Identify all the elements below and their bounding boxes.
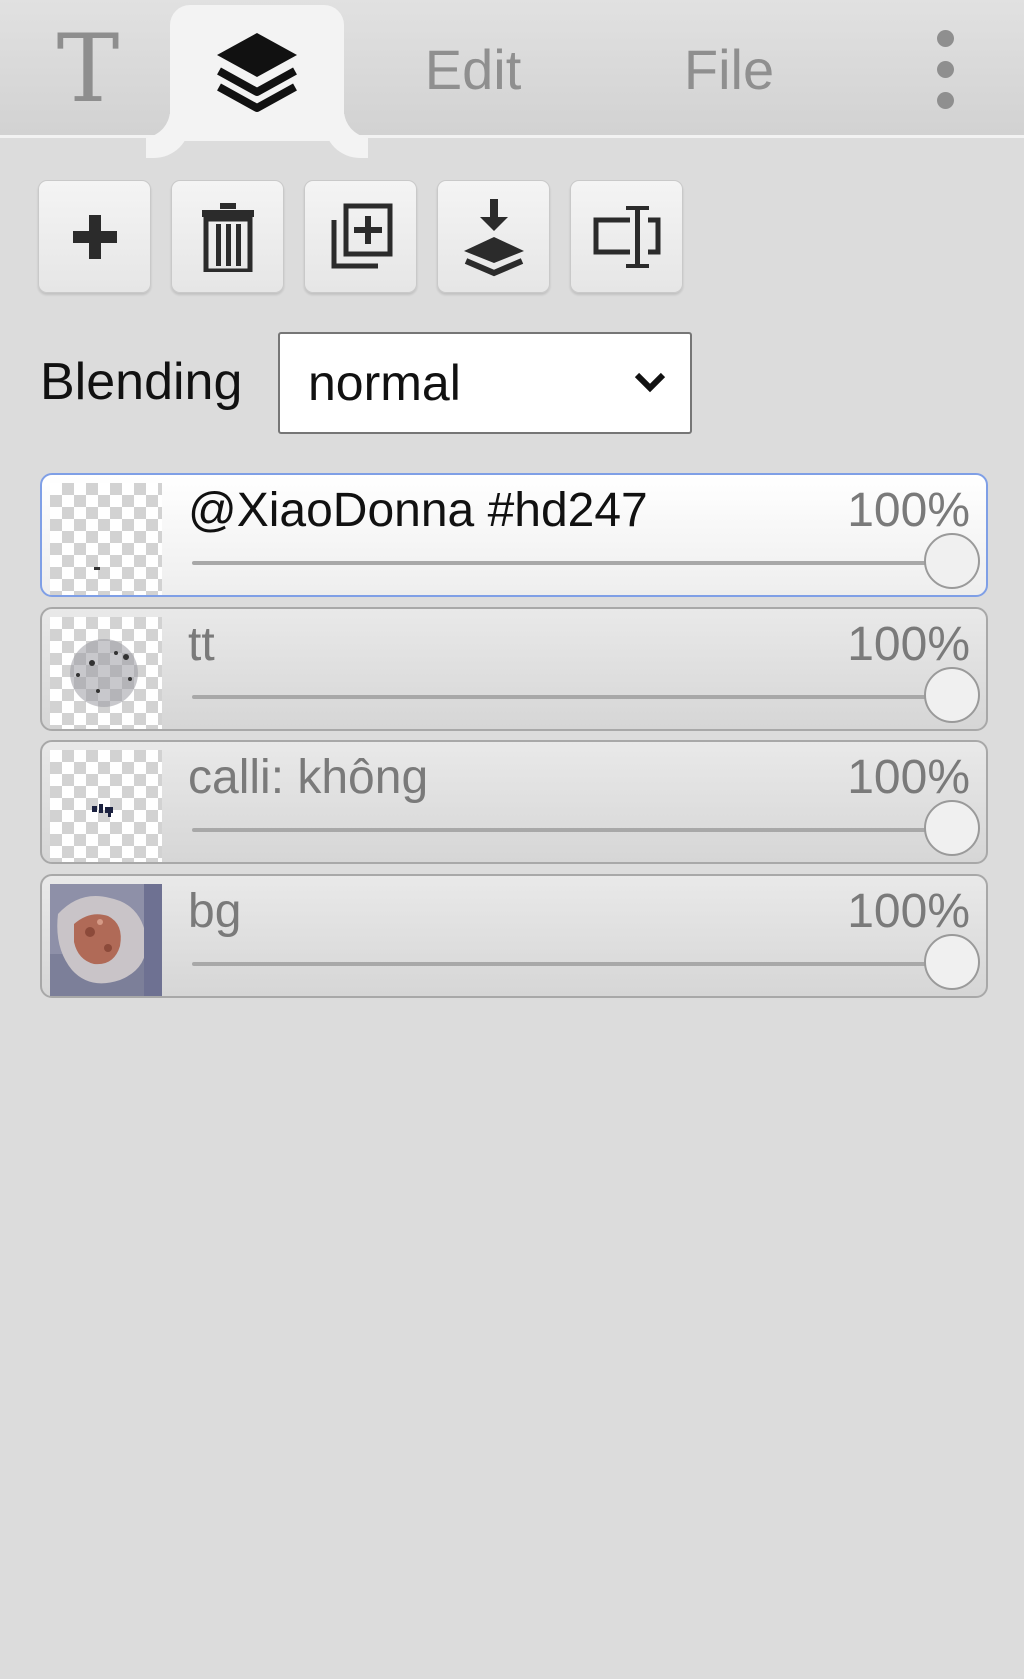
- layer-opacity-value: 100%: [847, 751, 970, 804]
- layer-row[interactable]: calli: không 100%: [40, 740, 988, 864]
- merge-down-button[interactable]: [437, 180, 550, 293]
- duplicate-icon: [331, 203, 392, 268]
- layer-row[interactable]: bg 100%: [40, 874, 988, 998]
- opacity-slider-handle[interactable]: [924, 800, 980, 856]
- opacity-slider-track[interactable]: [192, 561, 952, 565]
- tab-file[interactable]: File: [664, 0, 794, 138]
- duplicate-layer-button[interactable]: [304, 180, 417, 293]
- layer-opacity-value: 100%: [847, 618, 970, 671]
- blending-label: Blending: [40, 353, 243, 411]
- tab-layers[interactable]: [170, 5, 344, 141]
- tab-bar: T Edit File: [0, 0, 1024, 141]
- layer-name: bg: [188, 885, 242, 938]
- text-cursor-icon: [593, 205, 660, 268]
- layer-thumbnail: [50, 750, 162, 862]
- add-layer-button[interactable]: [38, 180, 151, 293]
- tab-file-label: File: [683, 37, 775, 101]
- layer-name: @XiaoDonna #hd247: [188, 484, 648, 537]
- layer-opacity-value: 100%: [847, 484, 970, 537]
- plus-icon: [72, 214, 117, 259]
- rename-layer-button[interactable]: [570, 180, 683, 293]
- delete-layer-button[interactable]: [171, 180, 284, 293]
- layer-thumbnail: [50, 884, 162, 996]
- tab-edit-label: Edit: [424, 37, 522, 101]
- layer-row[interactable]: tt 100%: [40, 607, 988, 731]
- opacity-slider-handle[interactable]: [924, 934, 980, 990]
- more-menu-button[interactable]: [900, 0, 990, 138]
- trash-icon: [201, 202, 254, 272]
- chevron-down-icon: [634, 372, 666, 393]
- opacity-slider-track[interactable]: [192, 695, 952, 699]
- opacity-slider-track[interactable]: [192, 828, 952, 832]
- more-vertical-icon: [936, 29, 954, 109]
- layer-opacity-value: 100%: [847, 885, 970, 938]
- layer-name: calli: không: [188, 751, 429, 804]
- text-tool-icon: T: [56, 14, 120, 124]
- layer-name: tt: [188, 618, 215, 671]
- opacity-slider-handle[interactable]: [924, 533, 980, 589]
- blending-selected-value: normal: [308, 355, 461, 411]
- merge-down-icon: [463, 198, 524, 276]
- layer-thumbnail: [50, 483, 162, 595]
- blending-select[interactable]: normal: [278, 332, 692, 434]
- layers-icon: [217, 33, 297, 112]
- tab-edit[interactable]: Edit: [400, 0, 546, 138]
- layer-row[interactable]: @XiaoDonna #hd247 100%: [40, 473, 988, 597]
- opacity-slider-track[interactable]: [192, 962, 952, 966]
- layer-thumbnail: [50, 617, 162, 729]
- opacity-slider-handle[interactable]: [924, 667, 980, 723]
- text-tool-tab[interactable]: T: [38, 0, 138, 138]
